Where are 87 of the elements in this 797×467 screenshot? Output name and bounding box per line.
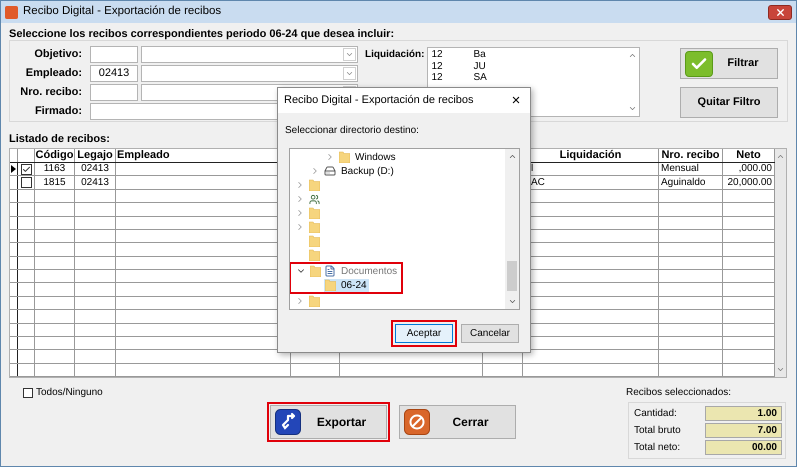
scroll-down-icon[interactable] bbox=[628, 104, 637, 113]
document-icon bbox=[324, 265, 336, 277]
dialog-close-button[interactable]: × bbox=[506, 93, 526, 108]
code-field[interactable] bbox=[90, 84, 138, 101]
select-all-label: Todos/Ninguno bbox=[36, 386, 103, 400]
row-checkbox[interactable] bbox=[20, 164, 32, 175]
scroll-up-icon[interactable] bbox=[628, 51, 637, 60]
table-cell-text: 20,000.00 bbox=[728, 176, 773, 189]
table-cell-text: AC bbox=[530, 176, 545, 189]
export-icon bbox=[275, 409, 301, 435]
tree-item[interactable]: Backup (D:) bbox=[290, 164, 396, 178]
field-label: Liquidación: bbox=[365, 48, 424, 62]
folder-icon bbox=[310, 265, 321, 277]
folder-tree[interactable]: Windows Backup (D:) Documentos 06-24 bbox=[289, 148, 520, 310]
close-window-button[interactable]: Cerrar bbox=[399, 405, 516, 439]
table-cell: 1163 bbox=[44, 163, 66, 176]
folder-icon bbox=[309, 207, 320, 219]
list-title: Listado de recibos: bbox=[9, 132, 110, 147]
folder-icon bbox=[309, 235, 320, 247]
instruction-text: Seleccione los recibos correspondientes periodo 06-24 que desea incluir: bbox=[9, 27, 396, 40]
list-item-number[interactable]: 12 bbox=[431, 72, 474, 84]
drive-icon bbox=[324, 165, 336, 177]
cancel-icon bbox=[404, 409, 430, 435]
folder-icon bbox=[309, 179, 320, 191]
summary-value: 1.00 bbox=[705, 406, 782, 421]
scroll-up-icon[interactable] bbox=[776, 152, 785, 161]
tree-item[interactable]: Documentos bbox=[291, 264, 401, 278]
tree-scrollbar[interactable] bbox=[505, 149, 519, 309]
column-header[interactable]: Legajo bbox=[75, 149, 115, 162]
table-cell-text: l bbox=[530, 163, 534, 176]
folder-icon bbox=[309, 221, 320, 233]
column-header[interactable]: Nro. recibo bbox=[659, 149, 722, 162]
tree-item[interactable]: 06-24 bbox=[291, 278, 401, 292]
summary-value: 00.00 bbox=[705, 440, 782, 455]
list-item-name[interactable]: SA bbox=[473, 72, 487, 84]
summary-label: Total neto: bbox=[633, 441, 682, 455]
tree-item[interactable]: Windows bbox=[290, 150, 398, 164]
table-cell-text: ,000.00 bbox=[738, 163, 773, 176]
list-item-number[interactable]: 12 bbox=[431, 60, 474, 72]
table-cell-text: Mensual bbox=[660, 163, 699, 176]
field-label: Firmado: bbox=[34, 104, 83, 120]
field-label: Nro. recibo: bbox=[19, 85, 83, 100]
dialog-button[interactable]: Cancelar bbox=[461, 324, 519, 343]
dialog-prompt: Seleccionar directorio destino: bbox=[285, 124, 420, 138]
field-label: Objetivo: bbox=[33, 47, 83, 62]
window-title: Recibo Digital - Exportación de recibos bbox=[23, 4, 222, 20]
dropdown-field[interactable] bbox=[141, 65, 358, 82]
folder-icon bbox=[309, 295, 320, 307]
filter-button[interactable]: Filtrar bbox=[680, 48, 778, 79]
folder-icon bbox=[325, 279, 336, 291]
scroll-down-icon[interactable] bbox=[508, 297, 516, 306]
clear-filter-button[interactable]: Quitar Filtro bbox=[680, 87, 778, 118]
dropdown-field[interactable] bbox=[141, 46, 358, 63]
dropdown-icon[interactable] bbox=[343, 48, 356, 61]
row-checkbox[interactable] bbox=[20, 177, 32, 188]
close-button[interactable] bbox=[768, 4, 792, 20]
code-field[interactable] bbox=[90, 46, 138, 63]
export-button[interactable]: Exportar bbox=[270, 405, 387, 439]
list-item-name[interactable]: Ba bbox=[473, 49, 486, 60]
folder-icon bbox=[339, 151, 350, 163]
list-item-number[interactable]: 12 bbox=[431, 49, 474, 60]
table-cell-text: Aguinaldo bbox=[660, 176, 706, 189]
column-header[interactable]: Neto bbox=[723, 149, 774, 162]
summary-label: Total bruto bbox=[633, 424, 682, 438]
table-cell: 1815 bbox=[43, 176, 66, 189]
dialog-button[interactable]: Aceptar bbox=[395, 324, 453, 343]
column-header[interactable]: Código bbox=[35, 149, 74, 162]
table-cell: 02413 bbox=[81, 176, 109, 189]
scroll-thumb[interactable] bbox=[507, 261, 517, 291]
folder-icon bbox=[309, 249, 320, 261]
check-icon bbox=[685, 50, 713, 76]
summary-title: Recibos seleccionados: bbox=[626, 386, 732, 400]
scroll-down-icon[interactable] bbox=[776, 365, 785, 374]
field-label: Empleado: bbox=[24, 66, 83, 82]
dropdown-icon[interactable] bbox=[343, 67, 356, 80]
scroll-up-icon[interactable] bbox=[508, 152, 516, 161]
app-icon bbox=[5, 6, 18, 18]
list-item-name[interactable]: JU bbox=[473, 60, 486, 72]
check-icon bbox=[22, 164, 30, 174]
summary-label: Cantidad: bbox=[633, 407, 678, 421]
close-icon[interactable] bbox=[774, 6, 786, 18]
table-cell: 02413 bbox=[81, 163, 109, 176]
people-icon bbox=[309, 194, 320, 204]
summary-value: 7.00 bbox=[705, 423, 782, 438]
code-field[interactable]: 02413 bbox=[90, 65, 138, 82]
select-all-checkbox[interactable] bbox=[23, 388, 33, 398]
scrollbar[interactable] bbox=[775, 149, 786, 377]
